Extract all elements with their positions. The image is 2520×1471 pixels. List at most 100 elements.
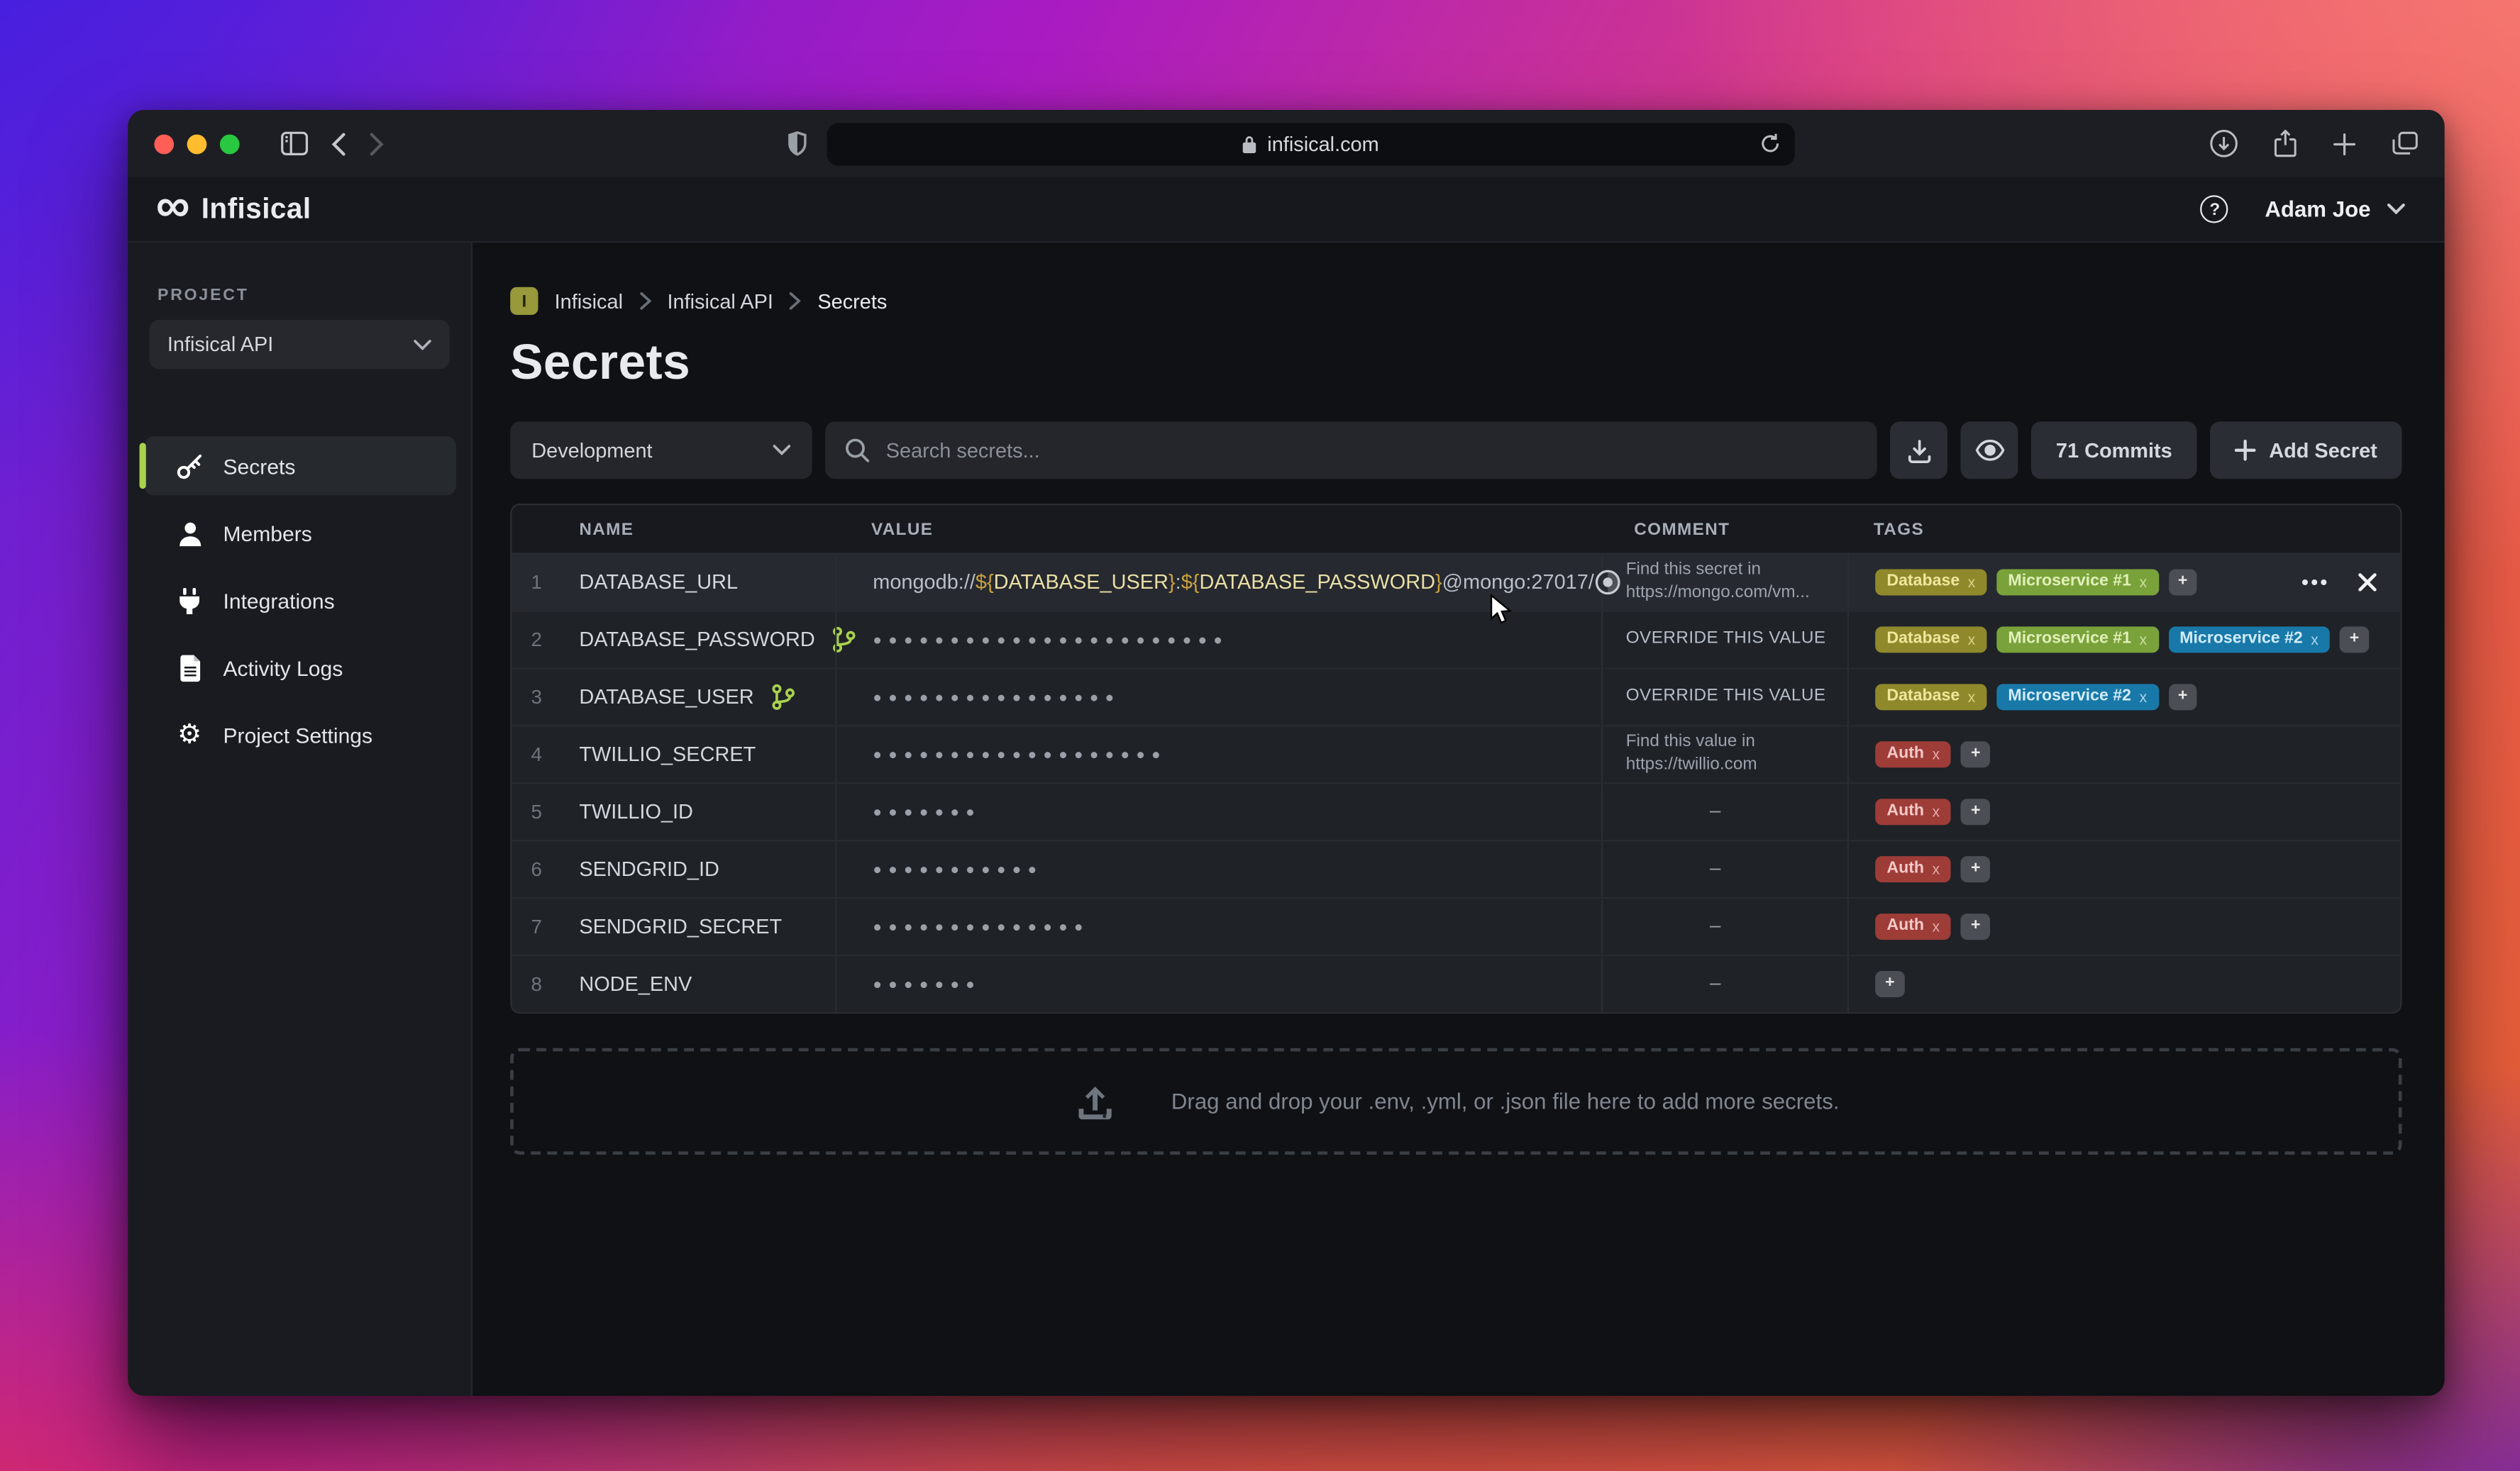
comment-cell[interactable]: OVERRIDE THIS VALUE [1601, 612, 1847, 668]
tag-chip[interactable]: Microservice #2x [2168, 626, 2330, 653]
help-icon[interactable]: ? [2201, 195, 2228, 223]
environment-select[interactable]: Development [510, 421, 812, 479]
secret-value-cell[interactable]: ●●●●●●● [835, 784, 1601, 840]
chevron-down-icon[interactable] [2387, 204, 2405, 215]
remove-tag-icon[interactable]: x [1968, 632, 1975, 647]
add-tag-button[interactable]: + [2168, 684, 2197, 710]
table-row[interactable]: 7SENDGRID_SECRET●●●●●●●●●●●●●●–Authx+ [512, 897, 2401, 955]
table-row[interactable]: 6SENDGRID_ID●●●●●●●●●●●–Authx+ [512, 840, 2401, 897]
tag-chip[interactable]: Microservice #1x [1996, 626, 2158, 653]
secret-value-cell[interactable]: mongodb://${DATABASE_USER}:${DATABASE_PA… [835, 555, 1601, 611]
add-tag-button[interactable]: + [1875, 971, 1904, 997]
remove-tag-icon[interactable]: x [1933, 804, 1940, 819]
search-input[interactable] [886, 439, 1857, 462]
user-menu-name[interactable]: Adam Joe [2265, 197, 2370, 222]
reload-icon[interactable] [1760, 133, 1780, 154]
share-icon[interactable] [2274, 130, 2297, 157]
chevron-right-icon [790, 292, 801, 310]
remove-tag-icon[interactable]: x [1933, 862, 1940, 877]
remove-tag-icon[interactable]: x [1968, 689, 1975, 704]
reveal-value-icon[interactable] [1594, 569, 1620, 595]
add-tag-button[interactable]: + [1961, 856, 1990, 882]
comment-cell[interactable]: – [1601, 841, 1847, 897]
download-secrets-button[interactable] [1890, 421, 1947, 479]
sidebar-item-secrets[interactable]: Secrets [145, 436, 456, 495]
comment-cell[interactable]: Find this value in https://twillio.com [1601, 726, 1847, 782]
table-row[interactable]: 5TWILLIO_ID●●●●●●●–Authx+ [512, 782, 2401, 840]
tag-chip[interactable]: Authx [1875, 914, 1951, 940]
secret-value-cell[interactable]: ●●●●●●●●●●●●●● [835, 899, 1601, 955]
comment-cell[interactable]: OVERRIDE THIS VALUE [1601, 670, 1847, 726]
sidebar-item-activity-logs[interactable]: Activity Logs [145, 638, 456, 697]
table-row[interactable]: 3DATABASE_USER●●●●●●●●●●●●●●●●OVERRIDE T… [512, 667, 2401, 725]
remove-tag-icon[interactable]: x [1968, 575, 1975, 590]
breadcrumb-item[interactable]: Secrets [817, 289, 887, 312]
add-tag-button[interactable]: + [1961, 741, 1990, 767]
secret-value-cell[interactable]: ●●●●●●●●●●● [835, 841, 1601, 897]
comment-cell[interactable]: – [1601, 956, 1847, 1012]
remove-tag-icon[interactable]: x [2140, 632, 2147, 647]
privacy-shield-icon[interactable] [788, 131, 807, 156]
address-bar[interactable]: infisical.com [827, 122, 1795, 165]
remove-tag-icon[interactable]: x [2140, 689, 2147, 704]
comment-cell[interactable]: – [1601, 784, 1847, 840]
comment-cell[interactable]: Find this secret in https://mongo.com/vm… [1601, 555, 1847, 611]
secret-value-cell[interactable]: ●●●●●●●●●●●●●●●●●●● [835, 726, 1601, 782]
secret-name-cell[interactable]: TWILLIO_ID [561, 801, 835, 823]
tag-chip[interactable]: Authx [1875, 799, 1951, 825]
zoom-window-button[interactable] [220, 133, 240, 153]
tag-chip[interactable]: Authx [1875, 856, 1951, 882]
project-select[interactable]: Infisical API [149, 320, 449, 369]
value-segment: DATABASE_USER [994, 571, 1168, 594]
sidebar-item-project-settings[interactable]: ⚙Project Settings [145, 705, 456, 764]
tag-chip[interactable]: Databasex [1875, 626, 1986, 653]
remove-tag-icon[interactable]: x [2140, 575, 2147, 590]
tag-chip[interactable]: Databasex [1875, 684, 1986, 710]
table-row[interactable]: 2DATABASE_PASSWORD●●●●●●●●●●●●●●●●●●●●●●… [512, 610, 2401, 667]
tab-overview-icon[interactable] [2392, 131, 2419, 156]
file-dropzone[interactable]: Drag and drop your .env, .yml, or .json … [510, 1048, 2402, 1155]
new-tab-icon[interactable] [2333, 132, 2355, 155]
tag-chip[interactable]: Microservice #2x [1996, 684, 2158, 710]
add-secret-button[interactable]: Add Secret [2210, 421, 2402, 479]
close-window-button[interactable] [154, 133, 174, 153]
sidebar-item-members[interactable]: Members [145, 504, 456, 562]
secret-name-cell[interactable]: SENDGRID_ID [561, 857, 835, 880]
reveal-all-button[interactable] [1961, 421, 2018, 479]
back-icon[interactable] [331, 132, 346, 155]
add-tag-button[interactable]: + [2168, 569, 2197, 595]
secret-name-cell[interactable]: SENDGRID_SECRET [561, 915, 835, 938]
table-row[interactable]: 8NODE_ENV●●●●●●●–+ [512, 955, 2401, 1012]
sidebar-toggle-icon[interactable] [280, 131, 308, 156]
sidebar-item-integrations[interactable]: Integrations [145, 571, 456, 630]
breadcrumb-item[interactable]: Infisical API [667, 289, 773, 312]
secret-name-cell[interactable]: NODE_ENV [561, 972, 835, 995]
row-options-button[interactable]: ••• [2301, 571, 2330, 594]
tag-chip[interactable]: Databasex [1875, 569, 1986, 595]
secret-value-cell[interactable]: ●●●●●●●●●●●●●●●●●●●●●●● [835, 612, 1601, 668]
secret-name-cell[interactable]: DATABASE_USER [561, 684, 835, 710]
add-tag-button[interactable]: + [1961, 799, 1990, 825]
breadcrumb-item[interactable]: Infisical [555, 289, 623, 312]
add-tag-button[interactable]: + [1961, 914, 1990, 940]
downloads-icon[interactable] [2210, 130, 2238, 157]
remove-tag-icon[interactable]: x [1933, 747, 1940, 762]
row-delete-button[interactable] [2358, 572, 2377, 592]
commits-button[interactable]: 71 Commits [2031, 421, 2196, 479]
secret-value-cell[interactable]: ●●●●●●●●●●●●●●●● [835, 670, 1601, 726]
remove-tag-icon[interactable]: x [1933, 919, 1940, 934]
minimize-window-button[interactable] [187, 133, 207, 153]
forward-icon[interactable] [369, 132, 384, 155]
table-row[interactable]: 4TWILLIO_SECRET●●●●●●●●●●●●●●●●●●●Find t… [512, 725, 2401, 782]
tag-chip[interactable]: Authx [1875, 741, 1951, 767]
comment-cell[interactable]: – [1601, 899, 1847, 955]
secret-name-cell[interactable]: DATABASE_PASSWORD [561, 626, 835, 653]
table-row[interactable]: 1DATABASE_URLmongodb://${DATABASE_USER}:… [512, 553, 2401, 610]
remove-tag-icon[interactable]: x [2311, 632, 2318, 647]
add-tag-button[interactable]: + [2340, 626, 2369, 653]
tag-chip[interactable]: Microservice #1x [1996, 569, 2158, 595]
secret-name-cell[interactable]: TWILLIO_SECRET [561, 743, 835, 766]
infisical-logo[interactable]: ∞ Infisical [156, 192, 311, 227]
secret-value-cell[interactable]: ●●●●●●● [835, 956, 1601, 1012]
secret-name-cell[interactable]: DATABASE_URL [561, 571, 835, 594]
